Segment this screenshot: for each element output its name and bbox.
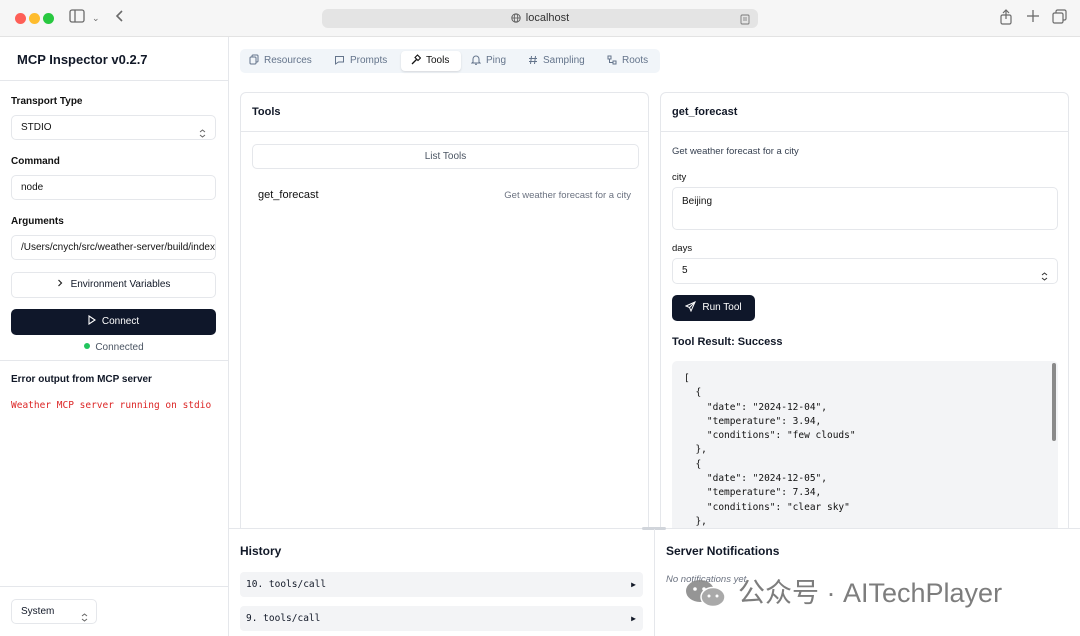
tools-card-title: Tools bbox=[252, 106, 281, 118]
chevron-down-icon[interactable]: ⌄ bbox=[92, 9, 100, 27]
environment-variables-label: Environment Variables bbox=[70, 279, 171, 290]
history-item-label: 10. tools/call bbox=[246, 579, 327, 590]
theme-select[interactable]: System bbox=[11, 599, 97, 624]
history-item[interactable]: 10. tools/call ▶ bbox=[240, 572, 643, 597]
expand-triangle-icon: ▶ bbox=[631, 614, 636, 623]
close-window-button[interactable] bbox=[15, 13, 26, 24]
command-label: Command bbox=[11, 156, 60, 167]
tab-resources[interactable]: Resources bbox=[249, 51, 312, 71]
tab-tools-label: Tools bbox=[426, 55, 450, 66]
tab-tools[interactable]: Tools bbox=[401, 51, 461, 71]
expand-triangle-icon: ▶ bbox=[631, 580, 636, 589]
tab-ping[interactable]: Ping bbox=[470, 51, 507, 71]
arguments-input[interactable]: /Users/cnych/src/weather-server/build/in… bbox=[11, 235, 216, 260]
transport-type-select[interactable]: STDIO bbox=[11, 115, 216, 140]
chevron-up-down-icon bbox=[199, 124, 206, 139]
watermark-text: 公众号 · AITechPlayer bbox=[738, 578, 1003, 608]
tool-result-title: Tool Result: Success bbox=[672, 336, 783, 348]
tool-description: Get weather forecast for a city bbox=[504, 190, 631, 201]
zoom-window-button[interactable] bbox=[43, 13, 54, 24]
tab-roots-label: Roots bbox=[622, 55, 649, 66]
history-item-label: 9. tools/call bbox=[246, 613, 321, 624]
bell-icon bbox=[470, 55, 482, 65]
run-tool-label: Run Tool bbox=[702, 302, 742, 313]
tab-prompts-label: Prompts bbox=[350, 55, 388, 66]
back-icon[interactable] bbox=[115, 9, 125, 27]
watermark: 公众号 · AITechPlayer bbox=[684, 575, 1002, 611]
days-label: days bbox=[672, 243, 693, 254]
tool-detail-description: Get weather forecast for a city bbox=[672, 146, 799, 157]
divider bbox=[0, 586, 228, 587]
connect-label: Connect bbox=[101, 316, 140, 327]
play-icon bbox=[88, 310, 96, 336]
transport-type-value: STDIO bbox=[21, 122, 52, 133]
chevron-up-down-icon bbox=[81, 608, 88, 631]
hash-icon bbox=[529, 55, 537, 65]
city-value: Beijing bbox=[682, 196, 713, 207]
connect-button[interactable]: Connect bbox=[11, 309, 216, 335]
server-notifications-title: Server Notifications bbox=[666, 544, 780, 558]
tab-prompts[interactable]: Prompts bbox=[334, 51, 387, 71]
run-tool-button[interactable]: Run Tool bbox=[672, 295, 755, 321]
app-title: MCP Inspector v0.2.7 bbox=[17, 52, 148, 67]
sidebar: MCP Inspector v0.2.7 Transport Type STDI… bbox=[0, 37, 229, 636]
city-label: city bbox=[672, 172, 687, 183]
tab-bar: Resources Prompts Tools Ping Sampling Ro… bbox=[240, 49, 660, 73]
new-tab-icon[interactable] bbox=[1026, 9, 1040, 27]
browser-titlebar: ⌄ localhost bbox=[0, 0, 1080, 37]
files-icon bbox=[249, 54, 259, 65]
divider bbox=[654, 529, 655, 636]
tool-name: get_forecast bbox=[258, 189, 319, 201]
divider bbox=[0, 80, 228, 81]
send-icon bbox=[685, 301, 697, 313]
message-icon bbox=[335, 56, 344, 65]
environment-variables-button[interactable]: Environment Variables bbox=[11, 272, 216, 298]
share-icon[interactable] bbox=[999, 9, 1013, 29]
hammer-icon bbox=[411, 54, 422, 65]
result-scrollbar[interactable] bbox=[1052, 363, 1056, 441]
tree-icon bbox=[607, 55, 617, 65]
globe-icon bbox=[511, 11, 521, 30]
tools-card: Tools List Tools get_forecast Get weathe… bbox=[240, 92, 649, 542]
minimize-window-button[interactable] bbox=[29, 13, 40, 24]
reader-icon[interactable] bbox=[740, 13, 750, 32]
status-dot-icon bbox=[84, 343, 91, 349]
tool-detail-title: get_forecast bbox=[672, 106, 738, 118]
tool-result-text: [ { "date": "2024-12-04", "temperature":… bbox=[684, 373, 856, 527]
tool-result-output[interactable]: [ { "date": "2024-12-04", "temperature":… bbox=[672, 361, 1058, 541]
wechat-logo-icon bbox=[684, 578, 728, 617]
divider bbox=[0, 360, 228, 361]
list-tools-button[interactable]: List Tools bbox=[252, 144, 639, 169]
tab-sampling-label: Sampling bbox=[543, 55, 585, 66]
tab-roots[interactable]: Roots bbox=[607, 51, 648, 71]
history-item[interactable]: 9. tools/call ▶ bbox=[240, 606, 643, 631]
chevron-right-icon bbox=[57, 273, 63, 297]
days-value: 5 bbox=[682, 265, 688, 276]
stepper-icon[interactable] bbox=[1041, 267, 1048, 291]
transport-type-label: Transport Type bbox=[11, 96, 83, 107]
url-text: localhost bbox=[525, 12, 570, 24]
url-bar[interactable]: localhost bbox=[322, 9, 758, 28]
command-input[interactable]: node bbox=[11, 175, 216, 200]
city-input[interactable]: Beijing bbox=[672, 187, 1058, 230]
connection-status: Connected bbox=[0, 342, 228, 353]
error-output-title: Error output from MCP server bbox=[11, 374, 152, 385]
days-input[interactable]: 5 bbox=[672, 258, 1058, 284]
error-output-text: Weather MCP server running on stdio bbox=[11, 400, 212, 411]
tab-sampling[interactable]: Sampling bbox=[528, 51, 585, 71]
status-text: Connected bbox=[95, 342, 144, 353]
history-title: History bbox=[240, 544, 282, 558]
tool-detail-card: get_forecast Get weather forecast for a … bbox=[660, 92, 1069, 542]
tab-overview-icon[interactable] bbox=[1052, 9, 1067, 28]
tool-detail-header: get_forecast bbox=[661, 93, 1068, 132]
tab-ping-label: Ping bbox=[486, 55, 507, 66]
sidebar-toggle-icon[interactable] bbox=[69, 9, 85, 27]
arguments-label: Arguments bbox=[11, 216, 64, 227]
tools-card-header: Tools bbox=[241, 93, 648, 132]
theme-value: System bbox=[21, 606, 55, 617]
tab-resources-label: Resources bbox=[264, 55, 312, 66]
